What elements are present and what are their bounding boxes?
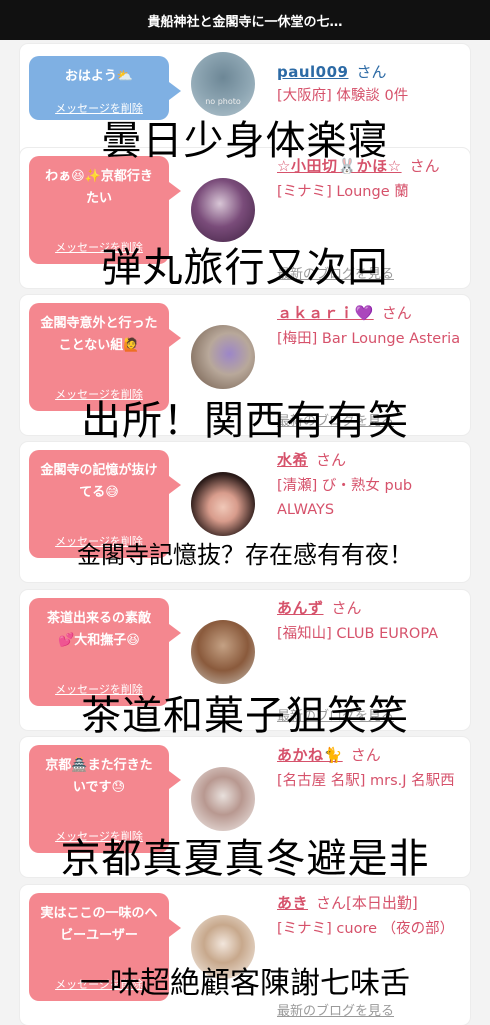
user-name-link[interactable]: あき xyxy=(277,894,308,912)
avatar[interactable] xyxy=(191,178,255,242)
overlay-caption-3: 出所！関西有有笑 xyxy=(81,398,409,444)
honorific: さん xyxy=(381,304,412,322)
avatar[interactable] xyxy=(191,620,255,684)
avatar[interactable] xyxy=(191,767,255,831)
user-name-link[interactable]: あんず xyxy=(277,599,324,617)
overlay-caption-1: 曇日少身体楽寝 xyxy=(101,118,389,164)
overlay-caption-4: 金閣寺記憶抜？存在感有有夜！ xyxy=(77,541,413,569)
avatar[interactable]: no photo xyxy=(191,52,255,116)
message-text: 金閣寺の記憶が抜けてる😅 xyxy=(40,463,158,500)
honorific: さん xyxy=(356,63,387,81)
user-name-link[interactable]: 水希 xyxy=(277,451,308,469)
list-item: 実はここの一味のヘビーユーザー メッセージを削除 あき さん[本日出勤] [ミナミ… xyxy=(20,885,470,1025)
area-shop: [梅田] Bar Lounge Asteria xyxy=(277,331,461,347)
message-text: わぁ😆✨京都行きたい xyxy=(45,169,153,206)
latest-blog-link[interactable]: 最新のブログを見る xyxy=(277,1000,394,1019)
message-text: おはよう⛅ xyxy=(64,69,134,84)
overlay-caption-7: 一味超絶顧客陳謝七味舌 xyxy=(80,966,410,1001)
overlay-caption-6: 京都真夏真冬避是非 xyxy=(60,836,430,882)
area-shop: [ミナミ] cuore （夜の部） xyxy=(277,921,455,937)
user-name-link[interactable]: あかね🐈 xyxy=(277,746,343,764)
area-shop: [名古屋 名駅] mrs.J 名駅西 xyxy=(277,773,455,789)
message-text: 茶道出来るの素敵💕大和撫子😆 xyxy=(46,611,151,648)
no-photo-label: no photo xyxy=(205,97,241,106)
area-shop: [福知山] CLUB EUROPA xyxy=(277,626,439,642)
honorific: さん xyxy=(350,746,381,764)
honorific: さん xyxy=(316,451,347,469)
honorific: さん xyxy=(331,599,362,617)
area-shop: [清瀬] び・熟女 pub ALWAYS xyxy=(277,478,413,518)
avatar[interactable] xyxy=(191,472,255,536)
avatar[interactable] xyxy=(191,325,255,389)
status-badge: [本日出勤] xyxy=(346,894,418,912)
overlay-caption-5: 茶道和菓子狙笑笑 xyxy=(81,693,409,739)
page-title: 貴船神社と金閣寺に一休堂の七… xyxy=(0,0,490,40)
honorific: さん xyxy=(316,894,347,912)
overlay-caption-2: 弾丸旅行又次回 xyxy=(101,245,389,291)
user-name-link[interactable]: paul009 xyxy=(277,63,349,81)
message-text: 京都🏯また行きたいです😓 xyxy=(45,758,153,795)
area-shop: [ミナミ] Lounge 蘭 xyxy=(277,184,409,200)
area-shop: [大阪府] 体験談 0件 xyxy=(277,88,409,104)
message-text: 実はここの一味のヘビーユーザー xyxy=(40,906,158,943)
user-name-link[interactable]: ａｋａｒｉ💜 xyxy=(277,304,374,322)
message-text: 金閣寺意外と行ったことない組🙋 xyxy=(40,316,158,353)
